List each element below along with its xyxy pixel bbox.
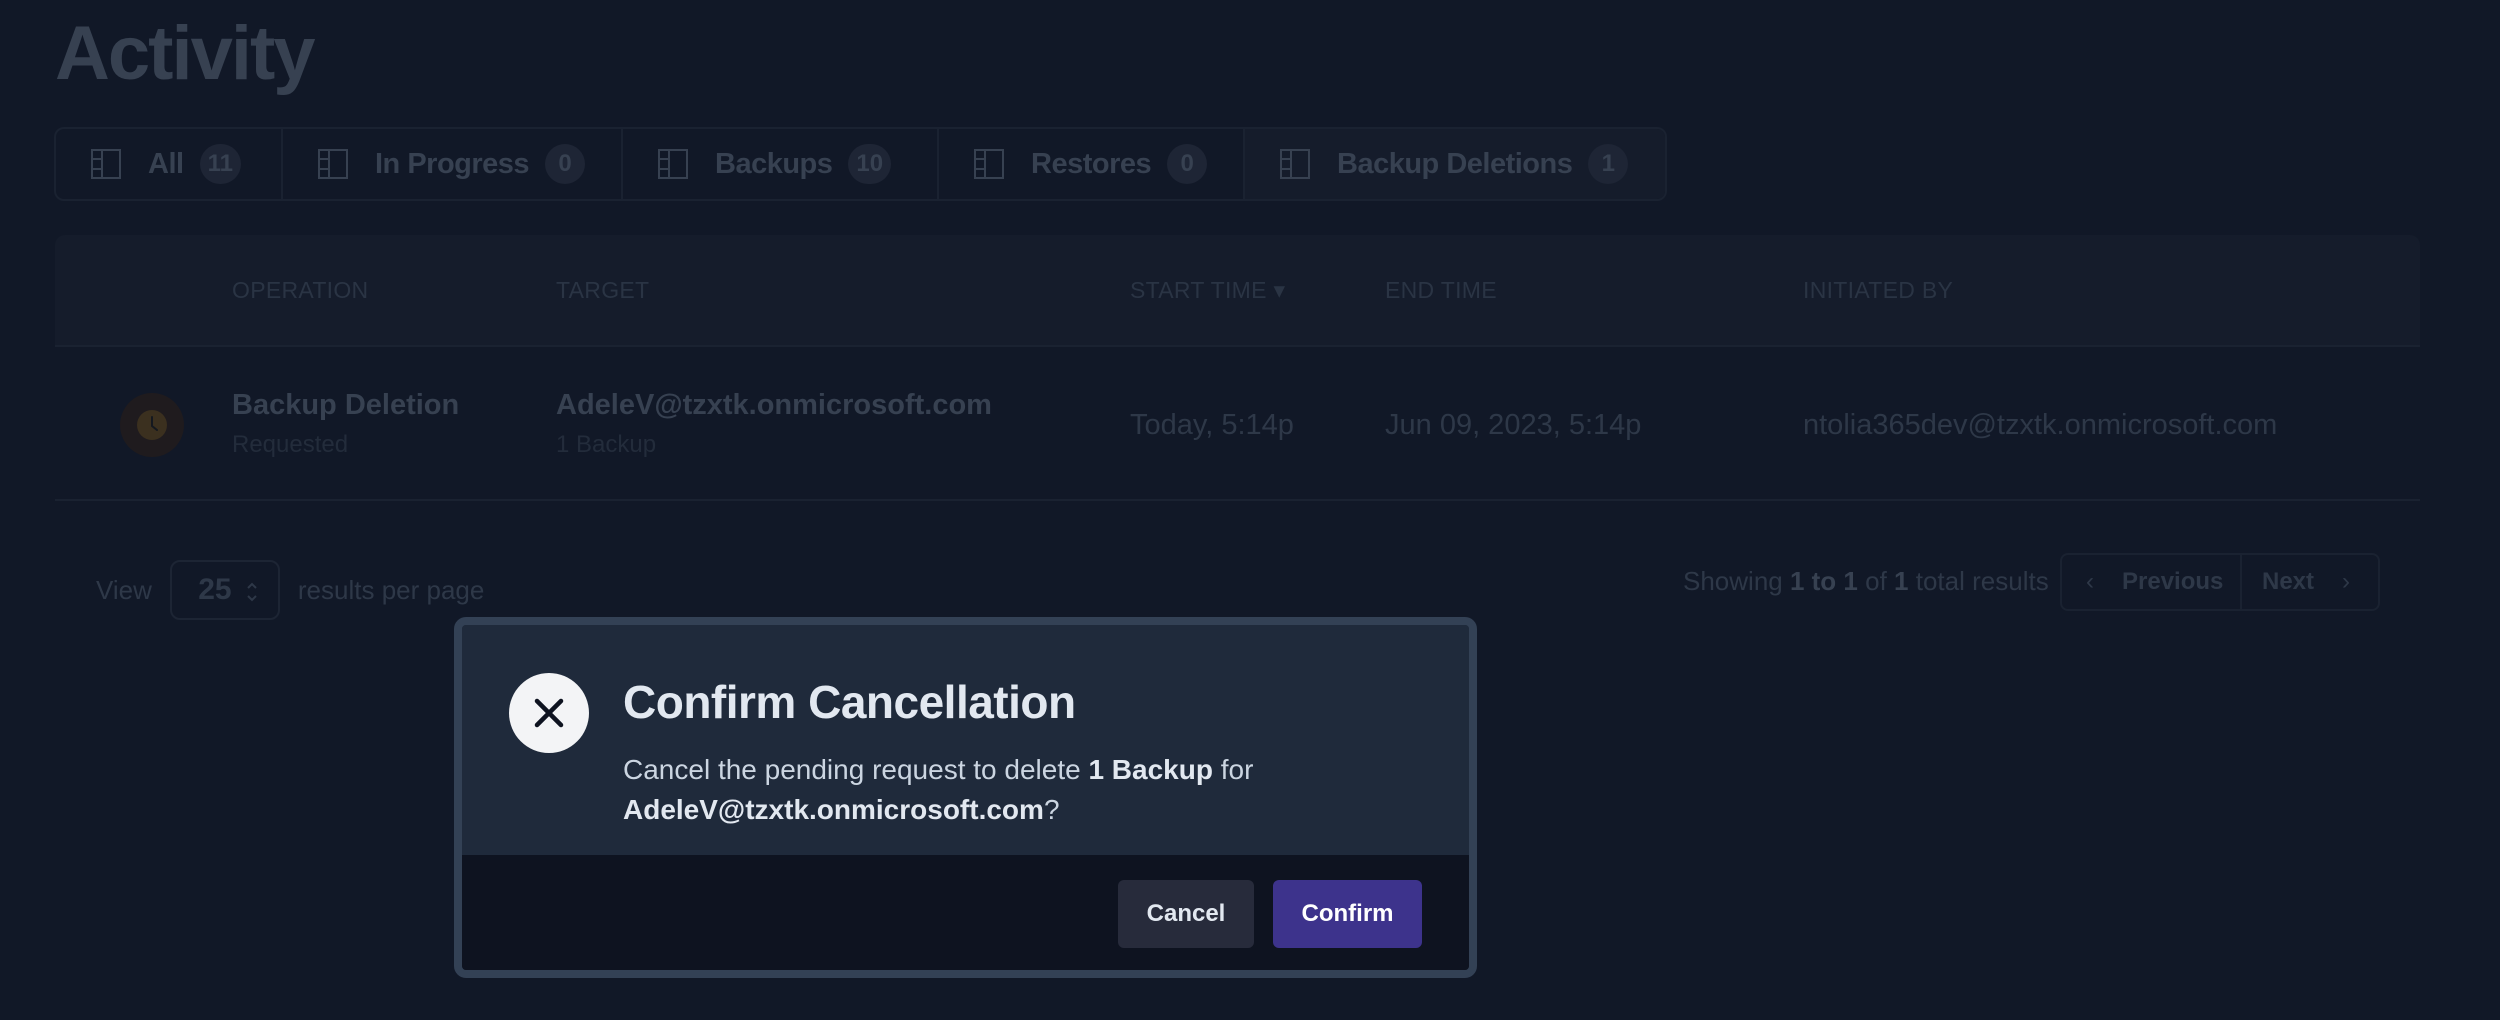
- confirm-cancellation-dialog: Confirm Cancellation Cancel the pending …: [454, 617, 1477, 978]
- close-x-icon: [534, 698, 564, 728]
- dialog-message: Cancel the pending request to delete 1 B…: [623, 750, 1443, 830]
- message-for: for: [1220, 754, 1254, 785]
- dialog-title: Confirm Cancellation: [623, 676, 1076, 728]
- dialog-body: Confirm Cancellation Cancel the pending …: [462, 625, 1469, 855]
- message-prefix: Cancel the pending request to delete: [623, 754, 1081, 785]
- dialog-icon: [509, 673, 589, 753]
- message-target: AdeleV@tzxtk.onmicrosoft.com: [623, 794, 1044, 825]
- message-count: 1 Backup: [1088, 754, 1213, 785]
- message-suffix: ?: [1043, 794, 1060, 825]
- dialog-footer: Cancel Confirm: [462, 855, 1469, 970]
- cancel-button[interactable]: Cancel: [1118, 880, 1254, 948]
- confirm-button[interactable]: Confirm: [1273, 880, 1422, 948]
